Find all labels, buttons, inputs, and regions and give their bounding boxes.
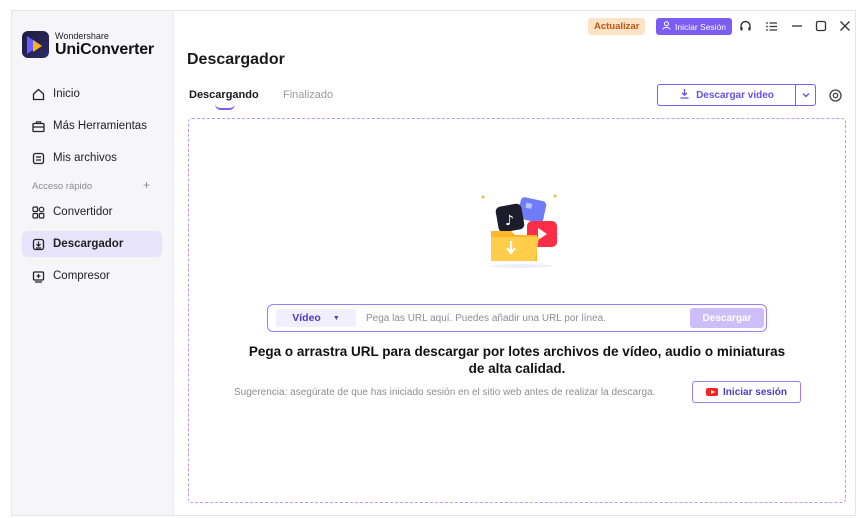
app-logo: Wondershare UniConverter (22, 31, 154, 58)
video-download-illustration-icon: ♪ (477, 189, 567, 269)
uniconverter-logo-icon (22, 31, 49, 58)
compressor-icon (32, 270, 45, 283)
login-button-label: Iniciar sesión (723, 386, 787, 398)
sidebar-item-label: Más Herramientas (53, 120, 147, 132)
top-login-label: Iniciar Sesión (675, 21, 727, 32)
update-button[interactable]: Actualizar (588, 18, 646, 35)
app-window: Wondershare UniConverter Inicio Más Herr… (11, 10, 856, 516)
youtube-icon (706, 388, 719, 396)
headset-icon[interactable] (737, 17, 753, 35)
sidebar: Wondershare UniConverter Inicio Más Herr… (12, 11, 174, 515)
settings-gear-icon[interactable] (826, 86, 844, 104)
menu-icon[interactable] (763, 17, 779, 35)
sidebar-item-label: Descargador (53, 238, 124, 250)
tab-finalizado[interactable]: Finalizado (283, 89, 333, 101)
download-video-split-button: Descargar video (657, 84, 816, 106)
sidebar-item-label: Convertidor (53, 206, 113, 218)
url-input-bar: Vídeo ▼ Descargar (267, 304, 767, 332)
sidebar-item-label: Mis archivos (53, 152, 117, 164)
sidebar-item-label: Compresor (53, 270, 110, 282)
brand-name: UniConverter (55, 40, 154, 58)
close-icon[interactable] (837, 17, 853, 35)
page-title: Descargador (187, 51, 285, 68)
sidebar-item-inicio[interactable]: Inicio (22, 81, 162, 107)
sidebar-item-label: Inicio (53, 88, 80, 100)
minimize-icon[interactable] (789, 17, 805, 35)
media-type-value: Vídeo (292, 312, 321, 324)
login-hint: Sugerencia: asegúrate de que has iniciad… (234, 387, 656, 398)
downloader-icon (32, 238, 45, 251)
maximize-icon[interactable] (813, 17, 829, 35)
home-icon (32, 88, 45, 101)
chevron-down-icon[interactable] (795, 85, 815, 105)
drop-instructions: Pega o arrastra URL para descargar por l… (217, 343, 817, 377)
sidebar-item-descargador[interactable]: Descargador (22, 231, 162, 257)
download-video-label: Descargar video (696, 89, 774, 101)
top-login-button[interactable]: Iniciar Sesión (656, 18, 733, 35)
sidebar-item-convertidor[interactable]: Convertidor (22, 199, 162, 225)
download-button[interactable]: Descargar (690, 308, 764, 328)
caret-down-icon: ▼ (332, 314, 340, 322)
brand-small: Wondershare (55, 30, 109, 41)
sidebar-item-mis-archivos[interactable]: Mis archivos (22, 145, 162, 171)
toolbox-icon (32, 120, 45, 133)
tab-descargando[interactable]: Descargando (189, 89, 259, 110)
add-quick-access-icon[interactable]: + (143, 178, 150, 192)
download-icon (679, 88, 690, 102)
download-video-button[interactable]: Descargar video (658, 85, 795, 105)
converter-icon (32, 205, 45, 219)
user-icon (662, 21, 671, 32)
svg-text:♪: ♪ (505, 213, 514, 229)
drop-instructions-line2: de alta calidad. (468, 361, 566, 376)
sidebar-item-compresor[interactable]: Compresor (22, 263, 162, 289)
sidebar-item-mas-herramientas[interactable]: Más Herramientas (22, 113, 162, 139)
quick-access-label: Acceso rápido (32, 181, 93, 192)
drop-instructions-line1: Pega o arrastra URL para descargar por l… (248, 344, 786, 359)
media-type-select[interactable]: Vídeo ▼ (276, 309, 356, 327)
login-button[interactable]: Iniciar sesión (692, 381, 801, 403)
files-icon (32, 152, 45, 165)
url-input[interactable] (366, 309, 686, 327)
